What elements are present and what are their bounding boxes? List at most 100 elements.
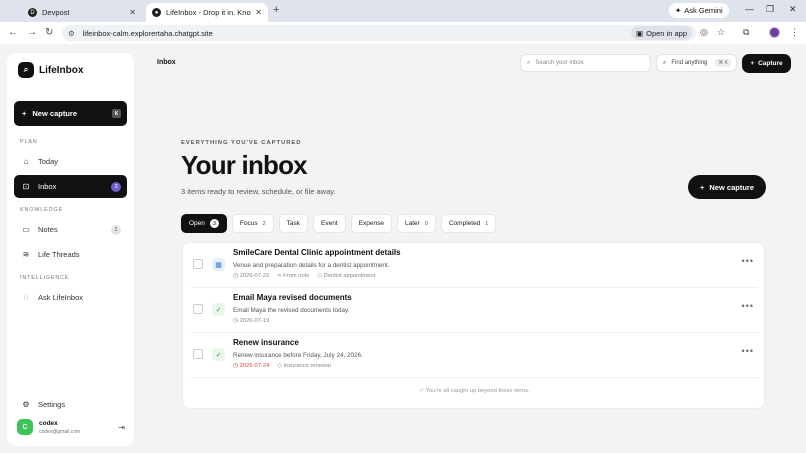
sidebar-item-notes[interactable]: ▭ Notes 1 [14, 218, 127, 241]
browser-toolbar: ← → ↻ ⚙ lifeinbox-calm.explorertaha.chat… [0, 22, 806, 44]
app-icon: ▣ [636, 28, 644, 38]
browser-tab-bar: D Devpost ✕ ● LifeInbox - Drop it in. Kn… [0, 0, 806, 22]
app-logo[interactable]: ⌕ LifeInbox [18, 62, 83, 78]
filter-expense[interactable]: Expense [350, 214, 392, 233]
tab-lifeinbox[interactable]: ● LifeInbox - Drop it in. Know wh ✕ [146, 3, 268, 22]
ask-gemini-label: Ask Gemini [684, 6, 723, 15]
app-root: ⌕ LifeInbox + New capture K PLAN ⌂ Today… [0, 44, 806, 453]
filter-bar: Open 3 Focus 2 Task Event Expense Later … [181, 214, 497, 233]
bookmark-star-icon[interactable]: ☆ [717, 27, 725, 38]
browser-menu-icon[interactable]: ⋮ [790, 27, 799, 38]
more-options-icon[interactable]: ••• [742, 346, 754, 356]
reload-icon[interactable]: ↻ [45, 27, 53, 38]
incognito-icon[interactable]: ◎ [700, 27, 708, 38]
tab-title: Devpost [42, 8, 70, 17]
sun-icon: ⌂ [23, 157, 29, 166]
filter-count: 0 [424, 220, 428, 227]
item-checkbox[interactable] [193, 349, 203, 359]
item-checkbox[interactable] [193, 259, 203, 269]
item-checkbox[interactable] [193, 304, 203, 314]
close-icon[interactable]: ✕ [129, 8, 136, 17]
new-capture-button[interactable]: + New capture K [14, 101, 127, 126]
lifeinbox-icon: ● [152, 8, 161, 17]
filter-later[interactable]: Later 0 [396, 214, 436, 233]
back-icon[interactable]: ← [8, 27, 18, 38]
link-icon: ∞ [277, 273, 282, 279]
profile-avatar[interactable] [769, 27, 780, 38]
item-description: Renew insurance before Friday, July 24, … [233, 352, 363, 359]
sidebar-item-label: Ask LifeInbox [38, 293, 84, 302]
filter-event[interactable]: Event [313, 214, 346, 233]
open-in-app-button[interactable]: ▣ Open in app [631, 26, 692, 40]
filter-label: Event [321, 220, 338, 227]
find-anything-button[interactable]: ⌕ Find anything ⌘ K [656, 54, 737, 72]
tab-devpost[interactable]: D Devpost ✕ [22, 3, 142, 22]
new-capture-label: New capture [709, 182, 754, 192]
clock-icon: ◷ [233, 318, 239, 324]
list-footer-text: You're all caught up beyond these items. [425, 388, 530, 394]
shortcut-key: ⌘ K [715, 59, 731, 67]
layers-icon: ≋ [22, 250, 30, 259]
filter-task[interactable]: Task [278, 214, 309, 233]
new-capture-button[interactable]: + New capture [688, 175, 766, 199]
capture-button[interactable]: + Capture [742, 54, 791, 73]
tag-icon: ◇ [277, 363, 282, 369]
ask-gemini-button[interactable]: ✦ Ask Gemini [669, 3, 729, 18]
extensions-icon[interactable]: ⧉ [743, 27, 749, 38]
sidebar-item-label: Settings [38, 400, 66, 409]
page-subtitle: 3 items ready to review, schedule, or fi… [181, 187, 336, 196]
devpost-icon: D [28, 8, 37, 17]
sidebar: ⌕ LifeInbox + New capture K PLAN ⌂ Today… [7, 53, 134, 446]
gear-icon: ⚙ [22, 400, 30, 409]
list-footer: ✓ You're all caught up beyond these item… [183, 388, 766, 394]
address-bar[interactable]: ⚙ lifeinbox-calm.explorertaha.chatgpt.si… [62, 25, 696, 41]
inbox-count-badge: 3 [111, 181, 121, 192]
section-intelligence: INTELLIGENCE [20, 275, 70, 281]
more-options-icon[interactable]: ••• [742, 301, 754, 311]
forward-icon[interactable]: → [27, 27, 37, 38]
list-item[interactable]: ✓ Email Maya revised documents Email May… [183, 288, 766, 332]
search-input[interactable]: ⌕ Search your inbox [520, 54, 651, 72]
new-tab-icon[interactable]: + [273, 4, 279, 16]
capture-label: Capture [758, 60, 783, 67]
chat-icon: ◌ [23, 293, 29, 302]
filter-focus[interactable]: Focus 2 [231, 214, 274, 233]
list-item[interactable]: ▦ SmileCare Dental Clinic appointment de… [183, 243, 766, 287]
plus-icon: + [750, 60, 755, 67]
item-source: From note [283, 273, 310, 279]
notes-count-badge: 1 [111, 224, 121, 235]
filter-label: Task [286, 220, 301, 227]
plus-icon: + [700, 182, 705, 192]
search-icon: ⌕ [663, 59, 667, 66]
restore-icon[interactable]: ❐ [766, 4, 774, 15]
check-circle-icon: ✓ [419, 388, 425, 394]
avatar[interactable]: C [17, 419, 33, 435]
user-name: codex [39, 419, 58, 427]
sidebar-item-inbox[interactable]: ⊡ Inbox 3 [14, 175, 127, 198]
filter-open[interactable]: Open 3 [181, 214, 227, 233]
filter-count: 2 [262, 220, 266, 227]
check-circle-icon: ✓ [212, 348, 225, 361]
site-settings-icon[interactable]: ⚙ [68, 29, 75, 38]
check-circle-icon: ✓ [212, 303, 225, 316]
filter-label: Focus [239, 220, 258, 227]
window-close-icon[interactable]: ✕ [789, 4, 797, 15]
sidebar-item-settings[interactable]: ⚙ Settings [14, 393, 127, 416]
item-date: 2026-07-19 [239, 318, 270, 324]
list-item[interactable]: ✓ Renew insurance Renew insurance before… [183, 333, 766, 377]
more-options-icon[interactable]: ••• [742, 256, 754, 266]
filter-completed[interactable]: Completed 1 [440, 214, 497, 233]
minimize-icon[interactable]: — [745, 4, 754, 14]
sidebar-item-life-threads[interactable]: ≋ Life Threads [14, 243, 127, 266]
sidebar-item-ask-lifeinbox[interactable]: ◌ Ask LifeInbox [14, 286, 127, 309]
sidebar-item-label: Today [38, 157, 59, 166]
section-plan: PLAN [20, 139, 38, 145]
logout-icon[interactable]: ⇥ [118, 423, 125, 432]
item-title: Renew insurance [233, 338, 299, 347]
item-tag: Insurance renewal [283, 363, 331, 369]
close-icon[interactable]: ✕ [255, 8, 262, 17]
item-title: Email Maya revised documents [233, 293, 352, 302]
tab-title: LifeInbox - Drop it in. Know wh [166, 8, 251, 17]
sidebar-item-today[interactable]: ⌂ Today [14, 150, 127, 173]
item-tag: Dentist appointment [323, 273, 376, 279]
